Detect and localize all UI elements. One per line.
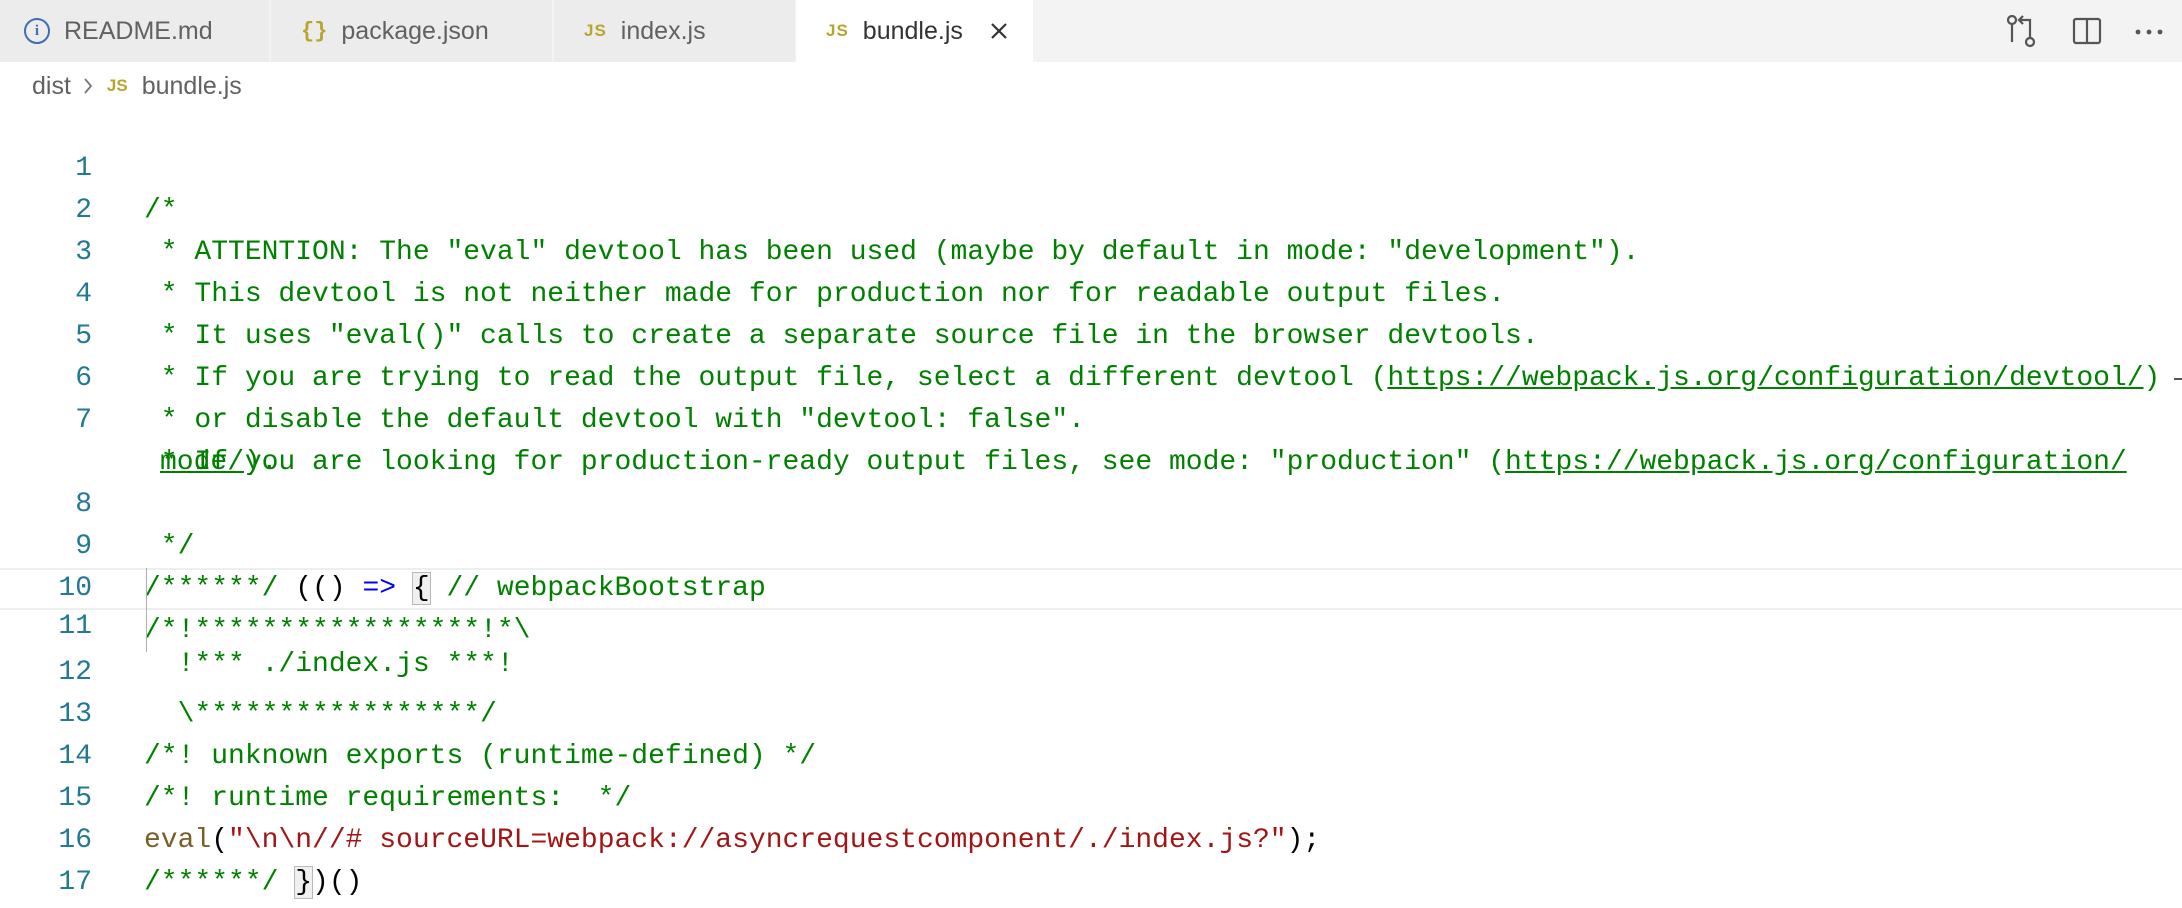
current-line: 11 !*** ./index.js ***!: [0, 568, 2182, 680]
line-number: 17: [58, 867, 92, 898]
code-line: 10 /*!*****************!*\: [0, 526, 2182, 646]
tab-package-json[interactable]: {} package.json: [271, 0, 553, 62]
code-line-wrapped: mode/).: [0, 400, 2182, 478]
tab-readme[interactable]: i README.md: [0, 0, 270, 62]
split-editor-icon[interactable]: [2066, 10, 2108, 52]
code-line: 16 /******/ })(): [0, 778, 2182, 899]
code-line: 9 /******/ (() => { // webpackBootstrap: [0, 484, 2182, 605]
code-line: 3 * This devtool is not neither made for…: [0, 190, 2182, 310]
paren-text: )(): [312, 867, 363, 898]
compare-changes-icon[interactable]: [2000, 10, 2042, 52]
code-line: 15 eval("\n\n//# sourceURL=webpack://asy…: [0, 736, 2182, 856]
chevron-right-icon: [84, 78, 93, 94]
code-text: ;: [144, 904, 161, 908]
code-editor[interactable]: 1 /* 2 * ATTENTION: The "eval" devtool h…: [0, 106, 2182, 908]
breadcrumb: dist JS bundle.js: [32, 66, 242, 106]
breadcrumb-folder[interactable]: dist: [32, 72, 71, 101]
overview-ruler-mark: [2174, 378, 2182, 380]
breadcrumb-file[interactable]: bundle.js: [142, 72, 242, 101]
js-icon: JS: [106, 76, 128, 95]
code-line: 6 * or disable the default devtool with …: [0, 316, 2182, 436]
code-line: 8 */: [0, 442, 2182, 562]
code-line: 2 * ATTENTION: The "eval" devtool has be…: [0, 148, 2182, 268]
braces-icon: {}: [301, 18, 328, 44]
code-line: 1 /*: [0, 106, 2182, 226]
tab-label: bundle.js: [862, 16, 963, 45]
tab-label: index.js: [620, 16, 706, 45]
bracket-match: }: [294, 866, 314, 899]
code-line: 17 ;: [0, 820, 2182, 898]
tab-label: package.json: [341, 16, 489, 45]
tab-bundle-js[interactable]: JS bundle.js: [796, 0, 1034, 62]
comment-text: /******/: [144, 867, 296, 898]
code-line: 4 * It uses "eval()" calls to create a s…: [0, 232, 2182, 352]
more-actions-icon[interactable]: [2128, 10, 2170, 52]
code-line: 14 /*! runtime requirements: */: [0, 694, 2182, 814]
tab-index-js[interactable]: JS index.js: [554, 0, 796, 62]
code-line: 7 * If you are looking for production-re…: [0, 358, 2182, 478]
indent-guide: [146, 568, 147, 652]
js-icon: JS: [826, 21, 849, 40]
code-line: 5 * If you are trying to read the output…: [0, 274, 2182, 394]
close-icon[interactable]: [985, 17, 1013, 45]
code-line: 12 \*****************/: [0, 610, 2182, 730]
code-text: /******/ })(): [144, 862, 362, 904]
tab-bar: i README.md {} package.json JS index.js …: [0, 0, 2182, 62]
tab-label: README.md: [64, 16, 213, 45]
info-icon: i: [24, 18, 50, 44]
code-line: 13 /*! unknown exports (runtime-defined)…: [0, 652, 2182, 772]
editor-window: i README.md {} package.json JS index.js …: [0, 0, 2182, 908]
js-icon: JS: [584, 21, 607, 40]
